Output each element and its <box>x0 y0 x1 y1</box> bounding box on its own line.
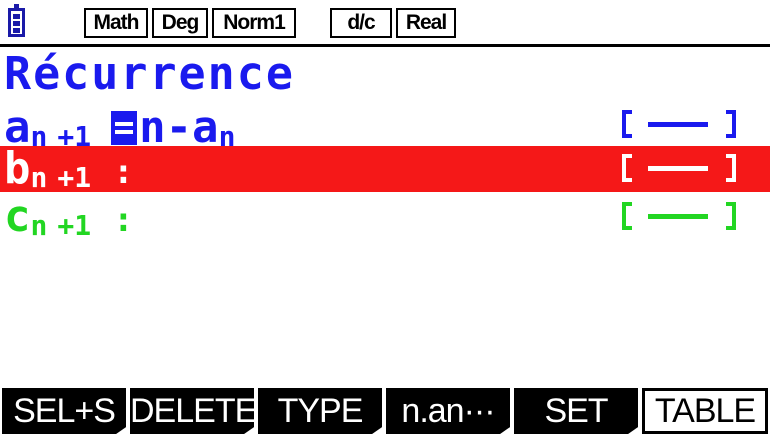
fkey-sel-s[interactable]: SEL+S <box>2 388 126 434</box>
indicator-real: Real <box>396 8 456 38</box>
recurrence-row-c[interactable]: cn +1: <box>0 191 770 243</box>
indicator-deg: Deg <box>152 8 208 38</box>
page-title: Récurrence <box>4 47 295 100</box>
battery-full-icon <box>8 4 25 37</box>
line-style-indicator-c[interactable] <box>620 202 738 234</box>
recurrence-row-b[interactable]: bn +1: <box>0 143 770 195</box>
indicator-math: Math <box>84 8 148 38</box>
sequence-label-c: cn +1: <box>4 191 134 243</box>
function-key-bar: SEL+S DELETE TYPE n.an··· SET TABLE <box>0 388 770 434</box>
line-style-indicator-b[interactable] <box>620 154 738 186</box>
status-bar: Math Deg Norm1 d/c Real <box>0 0 770 44</box>
fkey-set[interactable]: SET <box>514 388 638 434</box>
line-style-indicator-a[interactable] <box>620 110 738 142</box>
fkey-table[interactable]: TABLE <box>642 388 768 434</box>
fkey-n-an[interactable]: n.an··· <box>386 388 510 434</box>
sequence-label-b: bn +1: <box>4 143 134 195</box>
recurrence-row-a[interactable]: an +1 n-an <box>0 102 770 153</box>
indicator-norm1: Norm1 <box>212 8 296 38</box>
equals-cursor-icon <box>111 111 138 145</box>
fkey-type[interactable]: TYPE <box>258 388 382 434</box>
fkey-delete[interactable]: DELETE <box>130 388 254 434</box>
indicator-dc: d/c <box>330 8 392 38</box>
